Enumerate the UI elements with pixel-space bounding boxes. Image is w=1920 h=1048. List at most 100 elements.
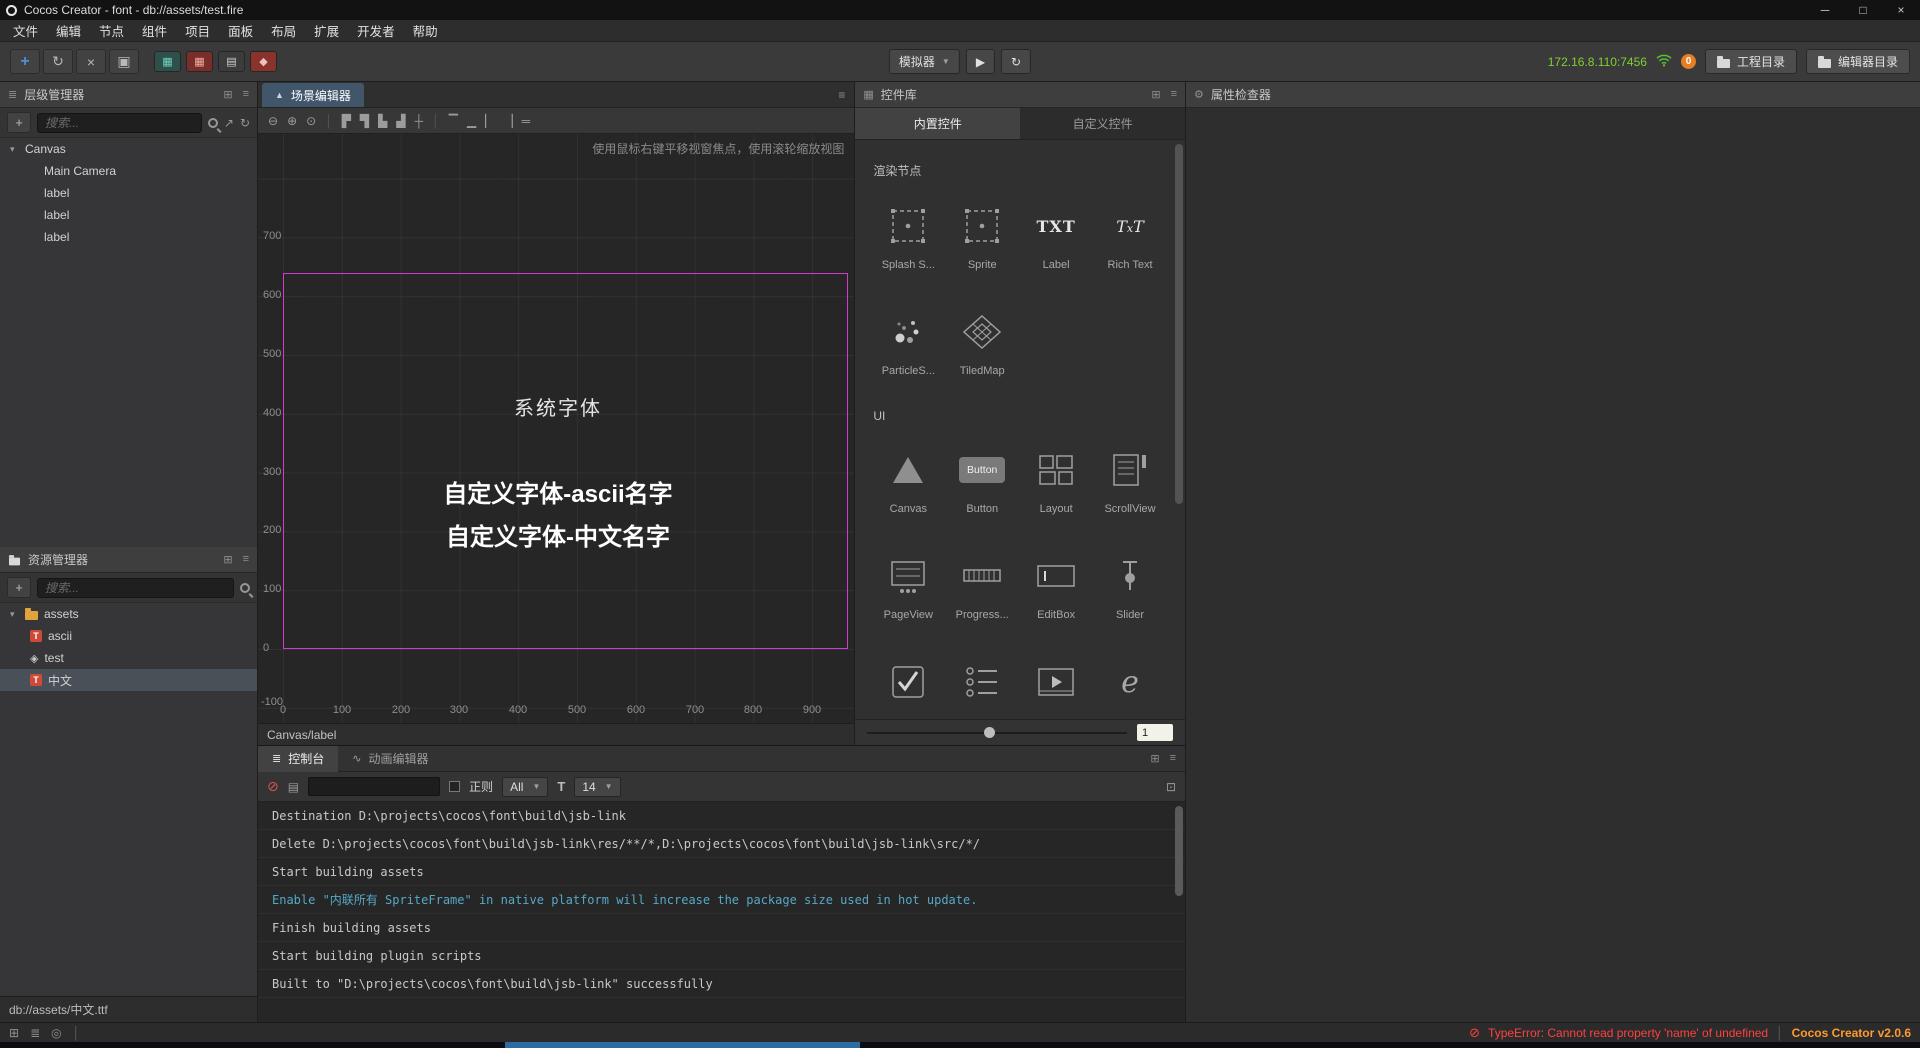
log-row[interactable]: Finish building assets — [258, 914, 1185, 942]
menu-component[interactable]: 组件 — [133, 21, 176, 40]
align-top-icon[interactable]: ▛ — [342, 114, 351, 128]
widget-item-pageview[interactable]: PageView — [871, 551, 945, 623]
regex-checkbox[interactable] — [449, 781, 461, 792]
hierarchy-search-input[interactable] — [37, 112, 202, 133]
widget-item-canvas[interactable]: Canvas — [871, 445, 945, 517]
scrollbar[interactable] — [1175, 806, 1183, 896]
menu-project[interactable]: 项目 — [176, 21, 219, 40]
popout-icon[interactable]: ⊞ — [223, 88, 232, 101]
distribute-top-icon[interactable]: ▔ — [449, 114, 458, 128]
tab-scene-editor[interactable]: ▲ 场景编辑器 — [262, 83, 364, 107]
scene-text-custom-font-chinese[interactable]: 自定义字体-中文名字 — [446, 517, 670, 552]
widget-item-scrollview[interactable]: ScrollView — [1093, 445, 1167, 517]
hierarchy-node-main-camera[interactable]: Main Camera — [0, 160, 257, 182]
zoom-in-icon[interactable]: ⊕ — [287, 114, 297, 128]
log-row[interactable]: Start building assets — [258, 858, 1185, 886]
scene-viewport[interactable]: 使用鼠标右键平移视窗焦点，使用滚轮缩放视图 700 600 500 400 30… — [258, 134, 855, 723]
font-size-dropdown[interactable]: 14 ▼ — [574, 776, 621, 797]
delete-tool-button[interactable]: × — [76, 49, 106, 74]
widget-item-toggle[interactable] — [871, 657, 945, 719]
widget-item-tiledmap[interactable]: TiledMap — [945, 307, 1019, 379]
log-row[interactable]: Built to "D:\projects\cocos\font\build\j… — [258, 970, 1185, 998]
scene-text-system-font[interactable]: 系统字体 — [514, 392, 602, 421]
add-button[interactable]: + — [10, 49, 40, 74]
asset-row-assets[interactable]: ▾ assets — [0, 603, 257, 625]
console-filter-input[interactable] — [308, 777, 441, 796]
align-right-icon[interactable]: ▜ — [360, 114, 369, 128]
error-message[interactable]: TypeError: Cannot read property 'name' o… — [1488, 1026, 1768, 1040]
panel-menu-icon[interactable]: ≡ — [838, 88, 854, 107]
log-row[interactable]: Delete D:\projects\cocos\font\build\jsb-… — [258, 830, 1185, 858]
distribute-right-icon[interactable]: ▕ — [503, 114, 512, 128]
log-row[interactable]: Destination D:\projects\cocos\font\build… — [258, 802, 1185, 830]
collapse-icon[interactable]: ⊡ — [1166, 780, 1176, 794]
widget-item-webview[interactable]: e — [1093, 657, 1167, 719]
widgets-zoom-value[interactable]: 1 — [1137, 724, 1173, 741]
extension-button-4[interactable]: ◆ — [250, 51, 277, 72]
log-level-dropdown[interactable]: All ▼ — [502, 776, 549, 797]
menu-node[interactable]: 节点 — [90, 21, 133, 40]
search-icon[interactable] — [207, 117, 218, 128]
widget-item-sprite[interactable]: Sprite — [945, 201, 1019, 273]
notification-badge[interactable]: 0 — [1680, 54, 1696, 69]
extension-button-3[interactable]: ▤ — [218, 51, 245, 72]
widget-item-richtext[interactable]: TxT Rich Text — [1093, 201, 1167, 273]
scene-text-custom-font-ascii[interactable]: 自定义字体-ascii名字 — [443, 474, 672, 509]
clear-console-icon[interactable]: ⊘ — [267, 778, 279, 795]
expand-arrow-icon[interactable]: ▾ — [10, 144, 19, 155]
distribute-center-icon[interactable]: ═ — [522, 114, 531, 128]
expand-all-icon[interactable]: ↗ — [224, 116, 234, 130]
search-icon[interactable] — [240, 582, 250, 593]
menu-developer[interactable]: 开发者 — [348, 21, 404, 40]
create-node-button[interactable]: + — [7, 112, 31, 133]
widget-item-videoplayer[interactable] — [1019, 657, 1093, 719]
menu-layout[interactable]: 布局 — [262, 21, 305, 40]
tab-builtin-widgets[interactable]: 内置控件 — [855, 108, 1021, 139]
asset-row-ascii[interactable]: T ascii — [0, 625, 257, 647]
widget-item-slider[interactable]: Slider — [1093, 551, 1167, 623]
distribute-bottom-icon[interactable]: ▁ — [467, 114, 476, 128]
hierarchy-node-label-1[interactable]: label — [0, 182, 257, 204]
rect-tool-button[interactable]: ▣ — [109, 49, 139, 74]
assets-search-input[interactable] — [37, 577, 234, 598]
design-resolution-border[interactable] — [283, 273, 848, 649]
simulator-dropdown[interactable]: 模拟器 ▼ — [888, 49, 960, 74]
panel-menu-icon[interactable]: ≡ — [1171, 88, 1177, 101]
widget-item-togglegroup[interactable] — [945, 657, 1019, 719]
zoom-reset-icon[interactable]: ⊙ — [306, 114, 316, 128]
refresh-preview-button[interactable]: ↻ — [1001, 49, 1032, 74]
widget-item-splash-sprite[interactable]: Splash S... — [871, 201, 945, 273]
refresh-icon[interactable]: ↻ — [240, 116, 250, 130]
asset-row-test[interactable]: ◈ test — [0, 647, 257, 669]
tab-custom-widgets[interactable]: 自定义控件 — [1020, 108, 1185, 139]
tab-animation-editor[interactable]: ∿ 动画编辑器 — [338, 746, 442, 772]
eye-icon[interactable]: ◎ — [51, 1026, 61, 1040]
zoom-out-icon[interactable]: ⊖ — [268, 114, 278, 128]
slider-thumb[interactable] — [984, 726, 996, 738]
refresh-tool-button[interactable]: ↻ — [43, 49, 73, 74]
widget-item-button[interactable]: Button Button — [945, 445, 1019, 517]
extension-button-1[interactable]: ▦ — [154, 51, 181, 72]
grid-view-icon[interactable]: ⊞ — [9, 1026, 19, 1040]
menu-file[interactable]: 文件 — [4, 21, 47, 40]
scrollbar[interactable] — [1175, 144, 1183, 504]
hierarchy-node-label-2[interactable]: label — [0, 204, 257, 226]
menu-panel[interactable]: 面板 — [219, 21, 262, 40]
widget-item-particlesystem[interactable]: ParticleS... — [871, 307, 945, 379]
log-row[interactable]: Start building plugin scripts — [258, 942, 1185, 970]
align-left-icon[interactable]: ▙ — [378, 114, 387, 128]
maximize-button[interactable]: □ — [1844, 0, 1882, 20]
play-button[interactable]: ▶ — [965, 49, 996, 74]
project-dir-button[interactable]: 工程目录 — [1704, 49, 1797, 74]
widget-item-progressbar[interactable]: Progress... — [945, 551, 1019, 623]
close-button[interactable]: × — [1882, 0, 1920, 20]
popout-icon[interactable]: ⊞ — [223, 553, 232, 566]
menu-extension[interactable]: 扩展 — [305, 21, 348, 40]
list-view-icon[interactable]: ≣ — [30, 1026, 40, 1040]
widget-item-layout[interactable]: Layout — [1019, 445, 1093, 517]
align-bottom-icon[interactable]: ▟ — [396, 114, 405, 128]
expand-arrow-icon[interactable]: ▾ — [10, 609, 19, 620]
menu-help[interactable]: 帮助 — [404, 21, 447, 40]
popout-icon[interactable]: ⊞ — [1150, 752, 1159, 765]
extension-button-2[interactable]: ▦ — [186, 51, 213, 72]
